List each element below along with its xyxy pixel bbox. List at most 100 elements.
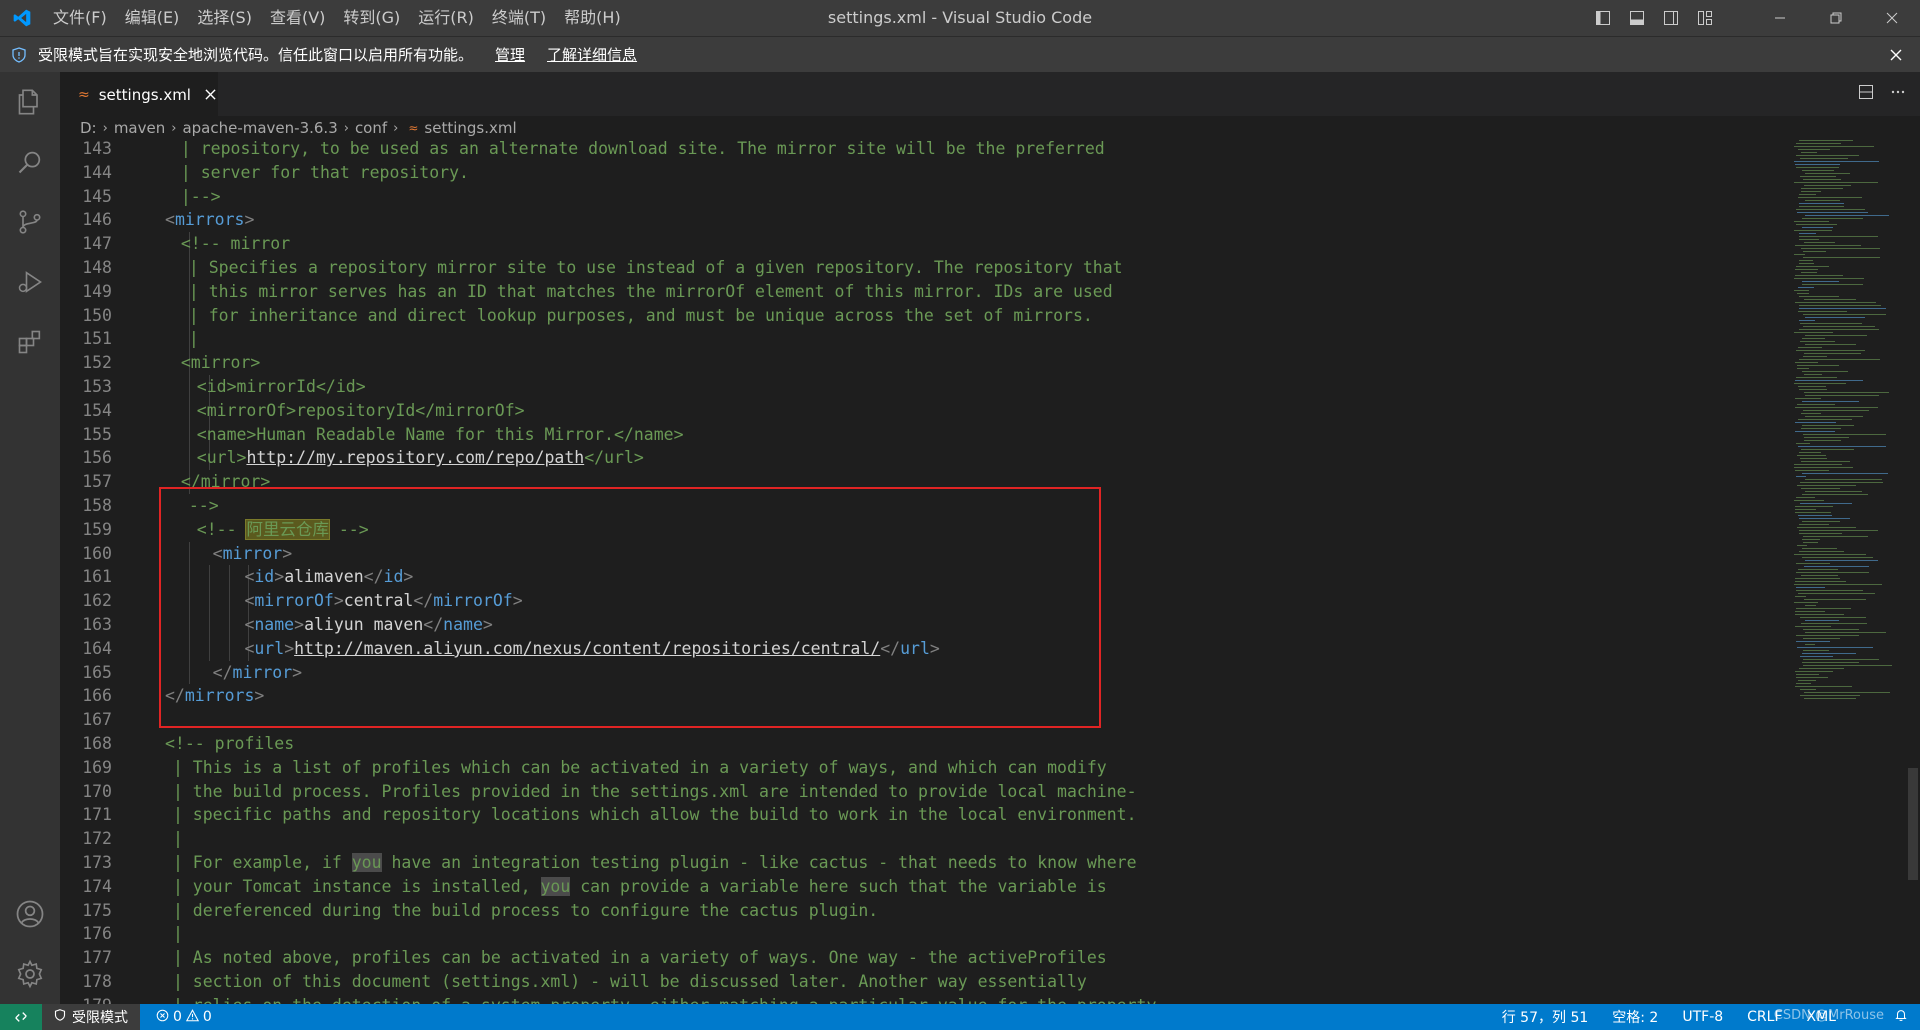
code-line[interactable]: 159 <!-- 阿里云仓库 -->: [60, 518, 1780, 542]
extensions-icon[interactable]: [0, 312, 60, 372]
close-tab-icon[interactable]: [203, 87, 218, 103]
notifications-bell-icon[interactable]: [1882, 1008, 1920, 1026]
code-line[interactable]: 171 | specific paths and repository locat…: [60, 803, 1780, 827]
breadcrumb-conf[interactable]: conf: [355, 119, 387, 137]
code-line[interactable]: 169 | This is a list of profiles which ca…: [60, 756, 1780, 780]
close-banner-icon[interactable]: [1886, 45, 1906, 65]
minimap-line: [1794, 584, 1882, 585]
code-line[interactable]: 175 | dereferenced during the build proce…: [60, 899, 1780, 923]
code-line[interactable]: 177 | As noted above, profiles can be act…: [60, 946, 1780, 970]
tab-settings-xml[interactable]: ≈ settings.xml: [60, 72, 218, 116]
code-line[interactable]: 154 <mirrorOf>repositoryId</mirrorOf>: [60, 398, 1780, 423]
encoding[interactable]: UTF-8: [1670, 1009, 1735, 1025]
scrollbar-thumb[interactable]: [1908, 768, 1918, 880]
code-line[interactable]: 167: [60, 708, 1780, 732]
indent-guide: [208, 589, 210, 613]
toggle-primary-sidebar-button[interactable]: [1586, 0, 1620, 36]
toggle-secondary-sidebar-button[interactable]: [1654, 0, 1688, 36]
menu-go[interactable]: 转到(G): [334, 0, 409, 36]
minimap-line: [1796, 572, 1869, 573]
code-line[interactable]: 155 <name>Human Readable Name for this Mi…: [60, 422, 1780, 447]
vertical-scrollbar[interactable]: [1906, 140, 1920, 1004]
code-line[interactable]: 168 <!-- profiles: [60, 732, 1780, 756]
minimize-button[interactable]: [1752, 0, 1808, 36]
minimap-line: [1794, 554, 1866, 555]
code-line[interactable]: 176 |: [60, 922, 1780, 946]
manage-gear-icon[interactable]: [0, 944, 60, 1004]
code-line[interactable]: 152 <mirror>: [60, 351, 1780, 375]
cursor-position[interactable]: 行 57，列 51: [1490, 1007, 1601, 1027]
title-bar: 文件(F) 编辑(E) 选择(S) 查看(V) 转到(G) 运行(R) 终端(T…: [0, 0, 1920, 36]
more-actions-icon[interactable]: [1890, 84, 1906, 104]
code-line[interactable]: 160 <mirror>: [60, 541, 1780, 566]
code-line[interactable]: 144 | server for that repository.: [60, 161, 1780, 185]
breadcrumb-maven[interactable]: maven: [114, 119, 165, 137]
code-line[interactable]: 166 </mirrors>: [60, 684, 1780, 708]
menu-selection[interactable]: 选择(S): [188, 0, 261, 36]
code-line[interactable]: 143 | repository, to be used as an altern…: [60, 140, 1780, 161]
run-and-debug-icon[interactable]: [0, 252, 60, 312]
remote-indicator-icon[interactable]: [0, 1004, 42, 1030]
customize-layout-button[interactable]: [1688, 0, 1722, 36]
minimap-line: [1799, 236, 1878, 237]
breadcrumb-file[interactable]: settings.xml: [424, 119, 516, 137]
manage-link[interactable]: 管理: [495, 44, 525, 65]
indentation[interactable]: 空格: 2: [1600, 1007, 1670, 1027]
code-line[interactable]: 153 <id>mirrorId</id>: [60, 375, 1780, 399]
code-line[interactable]: 161 <id>alimaven</id>: [60, 565, 1780, 590]
minimap-line: [1796, 209, 1865, 210]
minimap-line: [1799, 518, 1850, 519]
minimap[interactable]: [1790, 140, 1906, 710]
close-window-button[interactable]: [1864, 0, 1920, 36]
menu-edit[interactable]: 编辑(E): [116, 0, 189, 36]
search-icon[interactable]: [0, 132, 60, 192]
problems-status[interactable]: 0 0: [156, 1008, 212, 1026]
restore-button[interactable]: [1808, 0, 1864, 36]
split-editor-icon[interactable]: [1858, 84, 1874, 104]
code-line[interactable]: 158 -->: [60, 494, 1780, 518]
restricted-mode-status[interactable]: 受限模式: [42, 1004, 140, 1030]
learn-more-link[interactable]: 了解详细信息: [547, 44, 637, 65]
minimap-line: [1794, 221, 1829, 222]
source-control-icon[interactable]: [0, 192, 60, 252]
line-text: <!-- 阿里云仓库 -->: [196, 518, 369, 540]
menu-view[interactable]: 查看(V): [261, 0, 334, 36]
code-line[interactable]: 178 | section of this document (settings.…: [60, 970, 1780, 994]
code-line[interactable]: 150 | for inheritance and direct lookup p…: [60, 303, 1780, 328]
line-text: <id>mirrorId</id>: [196, 377, 366, 396]
code-line[interactable]: 172 |: [60, 827, 1780, 851]
code-line[interactable]: 163 <name>aliyun maven</name>: [60, 613, 1780, 637]
line-number: 167: [82, 710, 112, 730]
code-line[interactable]: 147 <!-- mirror: [60, 232, 1780, 256]
code-line[interactable]: 170 | the build process. Profiles provide…: [60, 780, 1780, 804]
accounts-icon[interactable]: [0, 884, 60, 944]
breadcrumb-apache-maven[interactable]: apache-maven-3.6.3: [182, 119, 337, 137]
minimap-line: [1800, 503, 1852, 504]
indent-guide: [188, 398, 190, 423]
code-line[interactable]: 164 <url>http://maven.aliyun.com/nexus/co…: [60, 636, 1780, 661]
code-line[interactable]: 156 <url>http://my.repository.com/repo/pa…: [60, 446, 1780, 471]
menu-file[interactable]: 文件(F): [44, 0, 116, 36]
menu-help[interactable]: 帮助(H): [555, 0, 630, 36]
line-text: |: [188, 329, 199, 349]
code-line[interactable]: 162 <mirrorOf>central</mirrorOf>: [60, 589, 1780, 613]
code-line[interactable]: 146 <mirrors>: [60, 208, 1780, 232]
minimap-line: [1795, 431, 1835, 432]
code-line[interactable]: 157 </mirror>: [60, 470, 1780, 494]
minimap-line: [1805, 416, 1863, 417]
indent-guide: [188, 375, 190, 399]
code-line[interactable]: 173 | For example, if you have an integra…: [60, 851, 1780, 875]
menu-terminal[interactable]: 终端(T): [483, 0, 555, 36]
menu-run[interactable]: 运行(R): [409, 0, 483, 36]
code-line[interactable]: 145 |-->: [60, 185, 1780, 209]
code-line[interactable]: 179 | relies on the detection of a system…: [60, 994, 1780, 1004]
code-editor[interactable]: 143 | repository, to be used as an altern…: [60, 140, 1920, 1004]
code-line[interactable]: 148 | Specifies a repository mirror site …: [60, 256, 1780, 280]
code-line[interactable]: 149 | this mirror serves has an ID that m…: [60, 279, 1780, 304]
code-line[interactable]: 151 |: [60, 327, 1780, 352]
breadcrumb-drive[interactable]: D:: [80, 119, 97, 137]
toggle-panel-button[interactable]: [1620, 0, 1654, 36]
code-line[interactable]: 165 </mirror>: [60, 660, 1780, 685]
code-line[interactable]: 174 | your Tomcat instance is installed, …: [60, 875, 1780, 899]
explorer-icon[interactable]: [0, 72, 60, 132]
